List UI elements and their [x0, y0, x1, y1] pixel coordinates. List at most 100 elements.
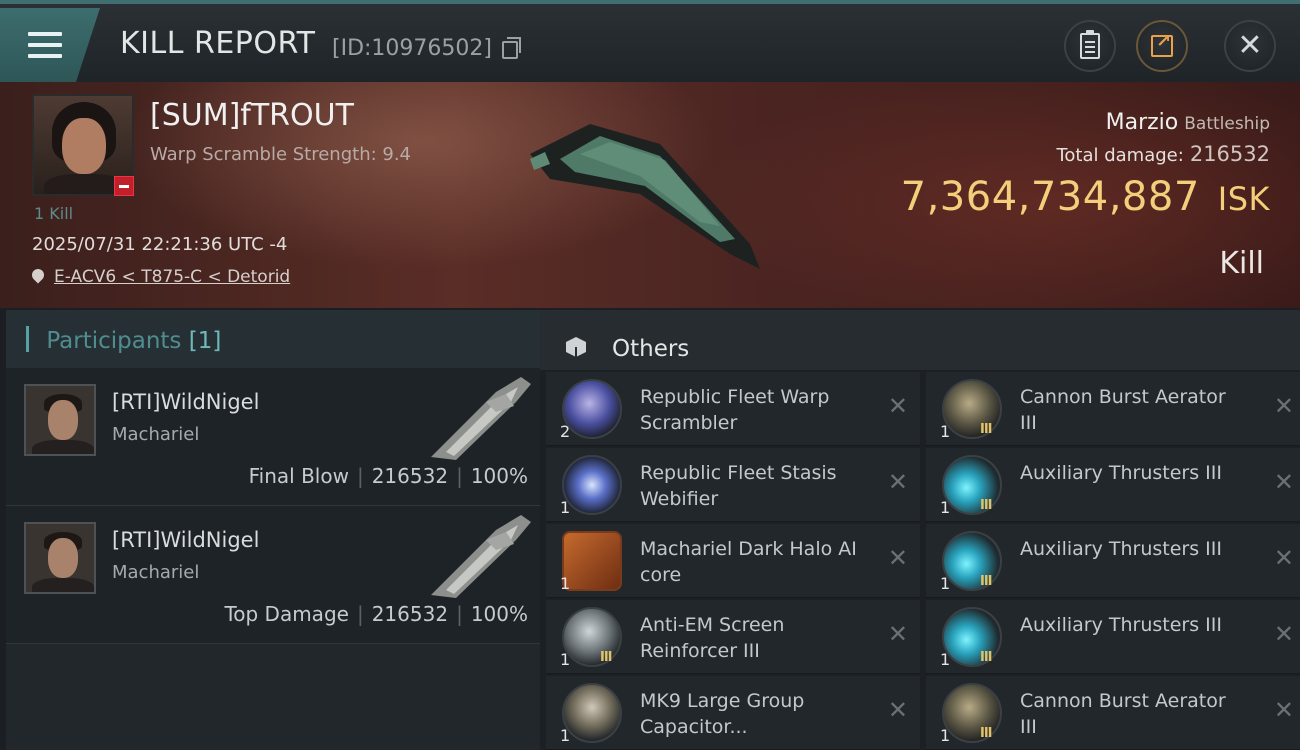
victim-banner: [SUM]fTROUT Warp Scramble Strength: 9.4 …: [0, 82, 1300, 308]
participant-stats: Final Blow | 216532 | 100%: [248, 464, 528, 488]
item-slot[interactable]: 1 III Cannon Burst Aerator III ✕: [926, 676, 1300, 750]
victim-ship-image: [530, 124, 760, 269]
participant-name: [RTI]WildNigel: [112, 390, 260, 414]
webifier-icon: [562, 455, 622, 515]
participant-ship: Machariel: [112, 562, 200, 583]
victim-ship-name: Marzio Battleship: [1105, 110, 1270, 135]
participant-name: [RTI]WildNigel: [112, 528, 260, 552]
isk-value: 7,364,734,887 ISK: [900, 174, 1270, 220]
item-tier: III: [980, 574, 992, 589]
item-name: MK9 Large Group Capacitor...: [640, 690, 805, 738]
close-button[interactable]: ✕: [1224, 20, 1276, 72]
item-name: Anti-EM Screen Reinforcer III: [640, 614, 785, 662]
item-name: Auxiliary Thrusters III: [1020, 538, 1222, 560]
participant-ship: Machariel: [112, 424, 200, 445]
scrambler-icon: [562, 379, 622, 439]
item-slot[interactable]: 1 III Auxiliary Thrusters III ✕: [926, 524, 1300, 598]
location-pin-icon: [32, 269, 44, 285]
item-slot[interactable]: 1 III Cannon Burst Aerator III ✕: [926, 372, 1300, 446]
participant-ship-image: [431, 515, 531, 598]
item-tier: III: [980, 650, 992, 665]
avatar[interactable]: [24, 384, 96, 456]
others-item-grid: 2 Republic Fleet Warp Scrambler ✕ 1 III Canno…: [540, 370, 1300, 750]
remove-icon[interactable]: ✕: [888, 394, 908, 418]
share-button[interactable]: [1136, 20, 1188, 72]
item-quantity: 1: [940, 498, 951, 517]
thruster-icon: [942, 531, 1002, 591]
remove-icon[interactable]: ✕: [1274, 546, 1294, 570]
participants-panel: Participants [1] [RTI]WildNigel Macharie…: [6, 310, 540, 750]
share-icon: [1151, 31, 1173, 57]
item-slot[interactable]: 1 III Auxiliary Thrusters III ✕: [926, 448, 1300, 522]
item-slot[interactable]: 1 Machariel Dark Halo AI core ✕: [546, 524, 920, 598]
item-name: Cannon Burst Aerator III: [1020, 690, 1226, 738]
others-header: Others: [540, 310, 1300, 370]
report-id: [ID:10976502]: [332, 36, 492, 61]
remove-icon[interactable]: ✕: [1274, 622, 1294, 646]
item-quantity: 1: [940, 422, 951, 441]
others-panel: Others 2 Republic Fleet Warp Scrambler ✕ 1 I…: [540, 310, 1300, 750]
hostile-badge-icon: [114, 176, 134, 196]
kill-count: 1 Kill: [34, 204, 74, 223]
item-tier: III: [980, 422, 992, 437]
item-quantity: 1: [560, 574, 571, 593]
item-slot[interactable]: 1 III Auxiliary Thrusters III ✕: [926, 600, 1300, 674]
thruster-icon: [942, 607, 1002, 667]
remove-icon[interactable]: ✕: [888, 546, 908, 570]
participants-header: Participants [1]: [6, 310, 540, 368]
close-icon: ✕: [1237, 28, 1263, 63]
item-name: Machariel Dark Halo AI core: [640, 538, 857, 586]
item-name: Republic Fleet Warp Scrambler: [640, 386, 830, 434]
participant-stats: Top Damage | 216532 | 100%: [224, 602, 528, 626]
remove-icon[interactable]: ✕: [888, 622, 908, 646]
page-title: KILL REPORT: [120, 26, 316, 61]
avatar[interactable]: [24, 522, 96, 594]
item-quantity: 1: [560, 726, 571, 745]
remove-icon[interactable]: ✕: [888, 470, 908, 494]
item-tier: III: [980, 498, 992, 513]
victim-name[interactable]: [SUM]fTROUT: [150, 98, 354, 133]
remove-icon[interactable]: ✕: [1274, 698, 1294, 722]
kill-datetime: 2025/07/31 22:21:36 UTC -4: [32, 234, 288, 255]
cube-icon: [562, 335, 590, 363]
item-slot[interactable]: 1 III Anti-EM Screen Reinforcer III ✕: [546, 600, 920, 674]
menu-icon: [28, 32, 62, 60]
kill-location[interactable]: E-ACV6 < T875-C < Detorid: [32, 267, 290, 287]
clipboard-icon: [1080, 30, 1100, 59]
participant-ship-image: [431, 377, 531, 460]
item-tier: III: [980, 726, 992, 741]
item-slot[interactable]: 1 Republic Fleet Stasis Webifier ✕: [546, 448, 920, 522]
participant-row[interactable]: [RTI]WildNigel Machariel Top Damage | 2165…: [6, 506, 540, 644]
result-label: Kill: [1219, 246, 1264, 281]
clipboard-button[interactable]: [1064, 20, 1116, 72]
item-name: Republic Fleet Stasis Webifier: [640, 462, 837, 510]
cannon-icon: [942, 683, 1002, 743]
item-name: Auxiliary Thrusters III: [1020, 614, 1222, 636]
item-name: Cannon Burst Aerator III: [1020, 386, 1226, 434]
thruster-icon: [942, 455, 1002, 515]
cannon-icon: [942, 379, 1002, 439]
remove-icon[interactable]: ✕: [1274, 470, 1294, 494]
shield-icon: [562, 607, 622, 667]
item-tier: III: [600, 650, 612, 665]
item-quantity: 1: [940, 574, 951, 593]
item-slot[interactable]: 2 Republic Fleet Warp Scrambler ✕: [546, 372, 920, 446]
menu-button[interactable]: [0, 8, 100, 82]
copy-icon[interactable]: [502, 37, 521, 59]
item-quantity: 1: [940, 650, 951, 669]
remove-icon[interactable]: ✕: [888, 698, 908, 722]
header-bar: KILL REPORT [ID:10976502] ✕: [0, 0, 1300, 82]
warp-scramble-strength: Warp Scramble Strength: 9.4: [150, 144, 412, 165]
item-slot[interactable]: 1 MK9 Large Group Capacitor... ✕: [546, 676, 920, 750]
item-quantity: 1: [560, 498, 571, 517]
participant-row[interactable]: [RTI]WildNigel Machariel Final Blow | 2165…: [6, 368, 540, 506]
remove-icon[interactable]: ✕: [1274, 394, 1294, 418]
item-quantity: 1: [940, 726, 951, 745]
aicore-icon: [562, 531, 622, 591]
capacitor-icon: [562, 683, 622, 743]
item-quantity: 2: [560, 422, 571, 441]
total-damage: Total damage: 216532: [1056, 142, 1270, 166]
location-link[interactable]: E-ACV6 < T875-C < Detorid: [54, 267, 290, 287]
item-quantity: 1: [560, 650, 571, 669]
item-name: Auxiliary Thrusters III: [1020, 462, 1222, 484]
